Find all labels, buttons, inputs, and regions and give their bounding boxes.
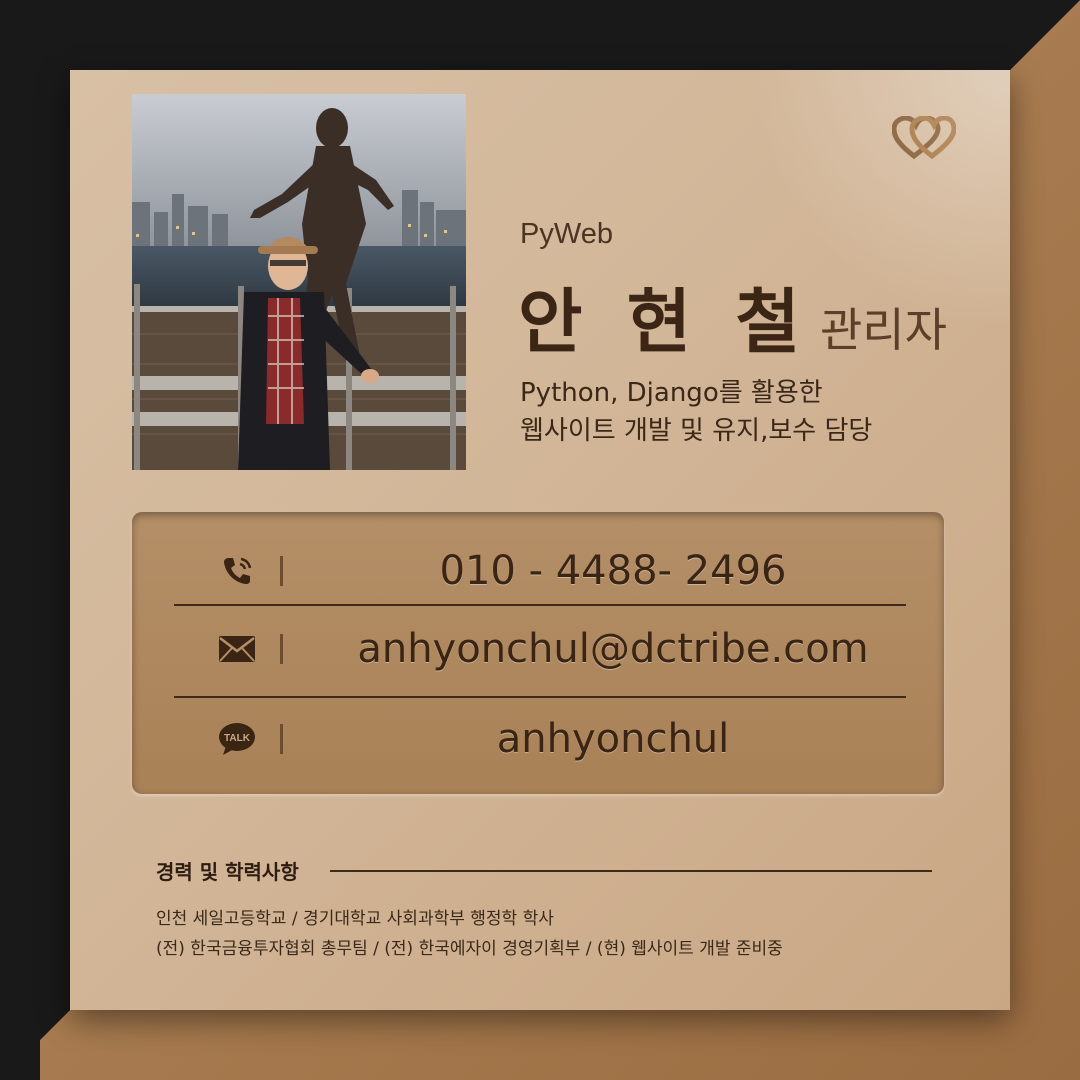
mail-icon bbox=[218, 630, 256, 668]
contact-row-phone: 010 - 4488- 2496 bbox=[132, 548, 944, 594]
phone-icon bbox=[218, 552, 256, 590]
name-row: 안 현 철 관리자 bbox=[518, 266, 947, 367]
row-separator bbox=[174, 696, 906, 698]
profile-photo bbox=[132, 94, 466, 470]
person-name: 안 현 철 bbox=[518, 281, 810, 363]
career-divider bbox=[330, 870, 932, 872]
description-line-2: 웹사이트 개발 및 유지,보수 담당 bbox=[520, 416, 873, 446]
business-card: PyWeb 안 현 철 관리자 Python, Django를 활용한 웹사이트… bbox=[70, 70, 1010, 1010]
business-card-stage: PyWeb 안 현 철 관리자 Python, Django를 활용한 웹사이트… bbox=[0, 0, 1080, 1080]
career-line-2: (전) 한국금융투자협회 총무팀 / (전) 한국에자이 경영기획부 / (현)… bbox=[156, 939, 783, 959]
person-role: 관리자 bbox=[819, 303, 947, 357]
career-title: 경력 및 학력사항 bbox=[156, 860, 299, 884]
talk-icon-label: TALK bbox=[224, 733, 251, 744]
job-description: Python, Django를 활용한 웹사이트 개발 및 유지,보수 담당 bbox=[520, 374, 872, 450]
contact-row-email: anhyonchul@dctribe.com bbox=[132, 626, 944, 672]
description-line-1: Python, Django를 활용한 bbox=[520, 378, 823, 408]
contact-panel: 010 - 4488- 2496 anhyonchul@dctribe.com bbox=[132, 512, 944, 794]
email-address[interactable]: anhyonchul@dctribe.com bbox=[282, 626, 944, 672]
heart-logo-icon bbox=[892, 116, 956, 160]
phone-number[interactable]: 010 - 4488- 2496 bbox=[282, 548, 944, 594]
brand-name: PyWeb bbox=[520, 218, 613, 250]
talk-icon: TALK bbox=[218, 720, 256, 758]
talk-id[interactable]: anhyonchul bbox=[282, 716, 944, 762]
contact-row-talk: TALK anhyonchul bbox=[132, 716, 944, 762]
row-separator bbox=[174, 604, 906, 606]
career-line-1: 인천 세일고등학교 / 경기대학교 사회과학부 행정학 학사 bbox=[156, 909, 554, 929]
